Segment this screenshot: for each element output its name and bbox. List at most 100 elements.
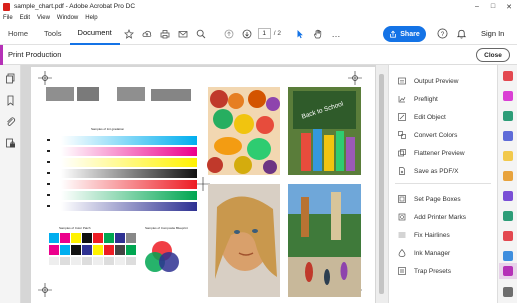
select-cursor-icon[interactable] bbox=[291, 23, 309, 45]
print-production-header: Print Production Close bbox=[0, 44, 517, 65]
tool-set-page-boxes[interactable]: Set Page Boxes bbox=[389, 192, 498, 206]
tool-fix-hairlines[interactable]: Fix Hairlines bbox=[389, 228, 498, 242]
flattener-preview-icon bbox=[398, 149, 406, 157]
menu-help[interactable]: Help bbox=[85, 15, 97, 21]
protect-icon[interactable] bbox=[503, 211, 513, 221]
tool-label: Convert Colors bbox=[414, 131, 458, 139]
tool-ink-manager[interactable]: Ink Manager bbox=[389, 246, 498, 260]
tool-label: Output Preview bbox=[414, 77, 459, 85]
print-production-icon[interactable] bbox=[503, 266, 513, 276]
close-tool-button[interactable]: Close bbox=[476, 48, 510, 62]
more-tools-icon[interactable] bbox=[503, 287, 513, 297]
prepare-form-icon[interactable] bbox=[503, 251, 513, 261]
set-page-boxes-icon bbox=[398, 195, 406, 203]
search-icon[interactable] bbox=[192, 23, 210, 45]
page-down-icon[interactable] bbox=[238, 23, 256, 45]
main-toolbar: Home Tools Document 1 / 2 … Share ? Sign… bbox=[0, 23, 517, 45]
tool-convert-colors[interactable]: Convert Colors bbox=[389, 128, 498, 142]
edit-object-icon bbox=[398, 113, 406, 121]
convert-colors-icon bbox=[398, 131, 406, 139]
page-number-input[interactable]: 1 bbox=[257, 28, 271, 39]
window-controls: – □ ✕ bbox=[469, 0, 517, 13]
street-scene-photo bbox=[288, 184, 361, 297]
bookmarks-icon[interactable] bbox=[5, 95, 16, 106]
menu-bar: File Edit View Window Help bbox=[0, 13, 517, 23]
attachments-icon[interactable] bbox=[5, 116, 16, 127]
svg-text:?: ? bbox=[441, 31, 445, 38]
hand-tool-icon[interactable] bbox=[309, 23, 327, 45]
tab-document[interactable]: Document bbox=[69, 23, 120, 45]
tool-label: Flattener Preview bbox=[414, 149, 465, 157]
tool-save-as-pdfx[interactable]: Save as PDF/X bbox=[389, 164, 498, 178]
close-window-button[interactable]: ✕ bbox=[501, 0, 517, 13]
more-options-icon[interactable]: … bbox=[327, 23, 345, 45]
right-tools-rail bbox=[497, 65, 517, 303]
maximize-button[interactable]: □ bbox=[485, 0, 501, 13]
tab-home[interactable]: Home bbox=[0, 23, 36, 45]
title-bar: sample_chart.pdf - Adobe Acrobat Pro DC … bbox=[0, 0, 517, 13]
create-pdf-icon[interactable] bbox=[503, 71, 513, 81]
print-production-title: Print Production bbox=[8, 50, 62, 59]
tint-gradation-chart bbox=[61, 136, 197, 211]
organize-pages-icon[interactable] bbox=[503, 131, 513, 141]
tool-output-preview[interactable]: Output Preview bbox=[389, 74, 498, 88]
comment-icon[interactable] bbox=[503, 151, 513, 161]
menu-file[interactable]: File bbox=[3, 15, 13, 21]
tool-preflight[interactable]: Preflight bbox=[389, 92, 498, 106]
composite-caption: Samples of Composite Blueprint bbox=[145, 226, 188, 230]
add-printer-marks-icon bbox=[398, 213, 406, 221]
preflight-icon bbox=[398, 96, 406, 103]
acrobat-logo-icon bbox=[3, 2, 10, 11]
edit-pdf-icon[interactable] bbox=[503, 91, 513, 101]
tab-tools[interactable]: Tools bbox=[36, 23, 70, 45]
pdf-page: Back to School Samples of tint gradation… bbox=[31, 67, 375, 303]
menu-view[interactable]: View bbox=[37, 15, 50, 21]
mail-icon[interactable] bbox=[174, 23, 192, 45]
text-sample-blocks bbox=[46, 87, 191, 101]
export-pdf-icon[interactable] bbox=[503, 111, 513, 121]
color-patch-chart bbox=[49, 233, 136, 265]
cloud-upload-icon[interactable] bbox=[138, 23, 156, 45]
school-supplies-photo bbox=[288, 87, 361, 175]
ink-manager-icon bbox=[398, 249, 406, 257]
security-lock-icon[interactable] bbox=[5, 138, 16, 149]
tint-chart-caption: Samples of tint gradation bbox=[91, 127, 125, 131]
panel-divider bbox=[395, 183, 491, 184]
help-icon[interactable]: ? bbox=[437, 28, 448, 41]
notification-bell-icon[interactable] bbox=[456, 28, 467, 41]
tool-trap-presets[interactable]: Trap Presets bbox=[389, 264, 498, 278]
fill-sign-icon[interactable] bbox=[503, 171, 513, 181]
scrollbar-thumb[interactable] bbox=[379, 74, 384, 294]
color-patch-caption: Samples of Color Patch bbox=[59, 226, 91, 230]
page-total: / 2 bbox=[273, 30, 281, 37]
bookmark-star-icon[interactable] bbox=[120, 23, 138, 45]
print-production-accent bbox=[0, 44, 3, 65]
tool-add-printer-marks[interactable]: Add Printer Marks bbox=[389, 210, 498, 224]
minimize-button[interactable]: – bbox=[469, 0, 485, 13]
fix-hairlines-icon bbox=[398, 232, 406, 238]
page-thumbnails-icon[interactable] bbox=[5, 73, 16, 84]
tool-label: Edit Object bbox=[414, 113, 446, 121]
print-production-tools-panel: Output Preview Preflight Edit Object Con… bbox=[388, 65, 497, 303]
portrait-photo bbox=[208, 184, 280, 297]
document-viewport[interactable]: Back to School Samples of tint gradation… bbox=[21, 65, 388, 303]
vertical-scrollbar[interactable] bbox=[376, 65, 388, 303]
tool-flattener-preview[interactable]: Flattener Preview bbox=[389, 146, 498, 160]
page-up-icon[interactable] bbox=[220, 23, 238, 45]
gradient-row-markers bbox=[47, 139, 50, 207]
print-icon[interactable] bbox=[156, 23, 174, 45]
request-signature-icon[interactable] bbox=[503, 191, 513, 201]
menu-edit[interactable]: Edit bbox=[20, 15, 30, 21]
share-button[interactable]: Share bbox=[383, 26, 426, 42]
menu-window[interactable]: Window bbox=[57, 15, 78, 21]
page-navigator: 1 / 2 bbox=[257, 28, 281, 39]
sign-in-link[interactable]: Sign In bbox=[481, 29, 504, 38]
fruit-photo bbox=[207, 87, 280, 175]
composite-color-circles bbox=[145, 241, 179, 272]
save-as-pdfx-icon bbox=[399, 167, 405, 175]
tool-edit-object[interactable]: Edit Object bbox=[389, 110, 498, 124]
compress-pdf-icon[interactable] bbox=[503, 231, 513, 241]
output-preview-icon bbox=[398, 77, 406, 85]
page-content-graphic: Back to School bbox=[38, 71, 362, 297]
tool-label: Ink Manager bbox=[414, 249, 451, 257]
